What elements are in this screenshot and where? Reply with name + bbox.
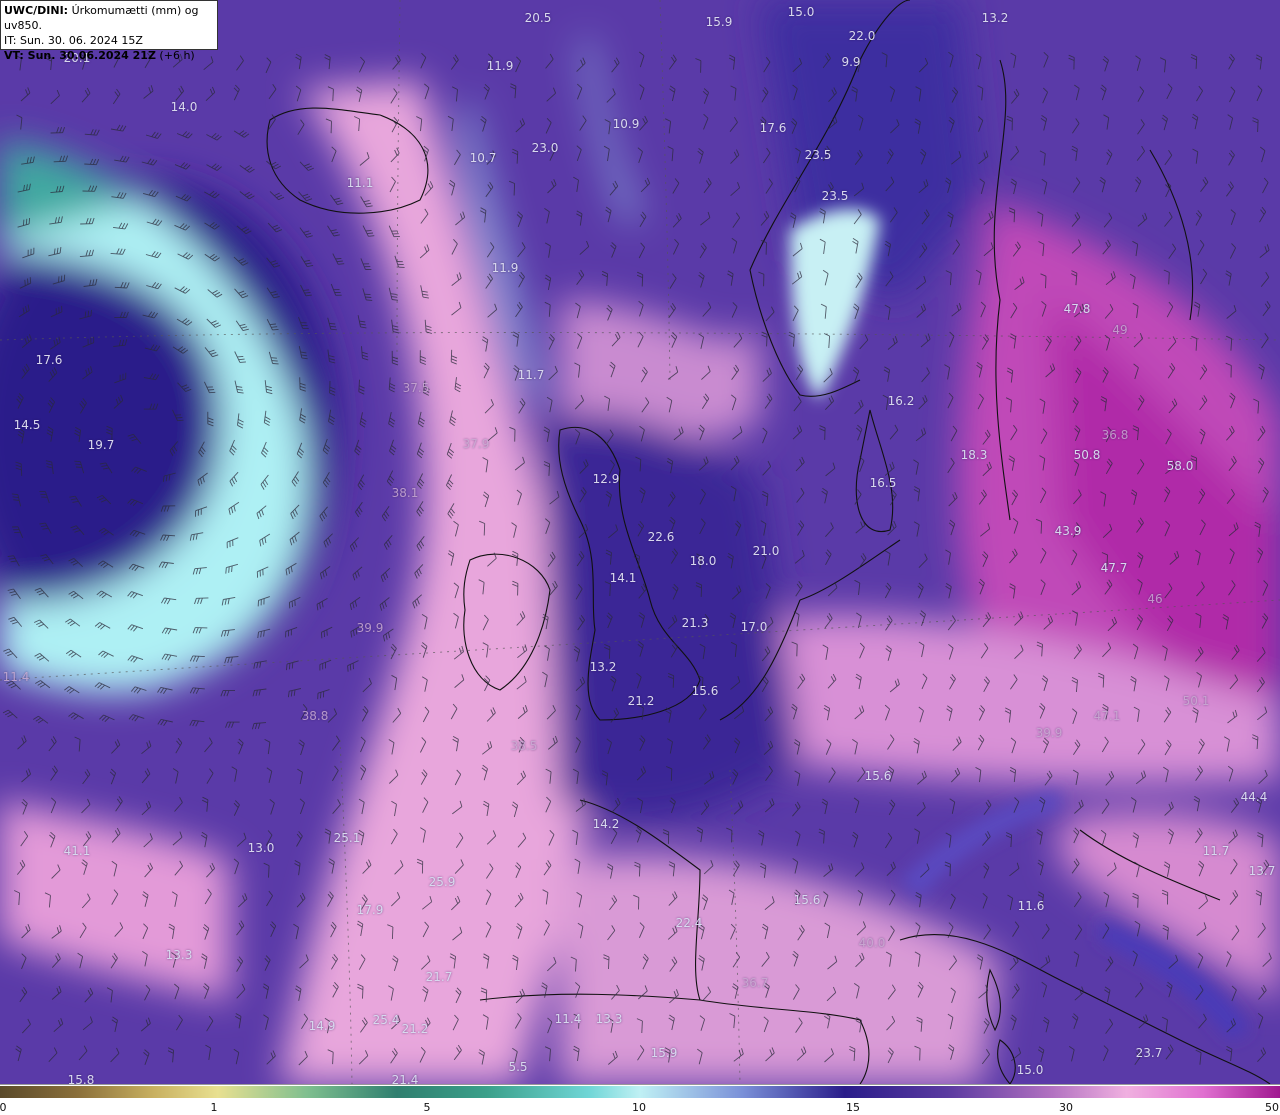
wind-barb <box>638 864 641 877</box>
colorbar-tick-label: 1 <box>210 1101 218 1114</box>
wind-barb-feather <box>272 328 279 331</box>
wind-barb <box>641 1020 643 1034</box>
wind-barb <box>1013 210 1016 223</box>
colorbar-tick-label: 5 <box>423 1101 431 1114</box>
wind-barb <box>485 990 488 1003</box>
wind-barb-feather <box>228 566 230 573</box>
wind-barb-feather <box>326 629 328 636</box>
wind-barb-feather <box>231 565 233 572</box>
weather-map: 20.5 15.9 15.0 22.0 13.2 20.1 11.9 9.9 14.0 10.9 1… <box>0 0 1280 1084</box>
wind-barb-feather <box>329 322 336 325</box>
wind-barb-feather <box>365 296 372 298</box>
wind-barb-feather <box>87 310 90 317</box>
wind-barb <box>949 864 951 877</box>
wind-barb <box>362 986 364 999</box>
wind-barb <box>1045 276 1047 289</box>
product-name: UWC/DINI: <box>4 4 69 17</box>
wind-barb <box>1257 119 1259 133</box>
wind-barb <box>332 89 334 102</box>
wind-barb-feather <box>271 326 278 328</box>
wind-barb-feather <box>225 567 227 574</box>
wind-barb-feather <box>303 289 310 291</box>
precipitable-water-field <box>0 0 1280 1084</box>
wind-barb-feather <box>58 276 60 283</box>
wind-barb <box>1168 272 1170 285</box>
wind-barb-feather <box>286 664 288 671</box>
issue-time: IT: Sun. 30. 06. 2024 15Z <box>4 34 143 47</box>
wind-barb-feather <box>335 257 342 260</box>
colorbar-tick-label: 10 <box>632 1101 646 1114</box>
wind-barb-feather <box>347 665 349 672</box>
wind-barb-feather <box>237 355 244 358</box>
wind-barb-feather <box>320 632 323 639</box>
wind-barb <box>391 926 394 940</box>
wind-barb <box>513 183 516 196</box>
wind-barb-feather <box>84 311 87 318</box>
colorbar-tick-label: 30 <box>1059 1101 1073 1114</box>
colorbar-tick-label: 50 <box>1265 1101 1279 1114</box>
wind-barb-feather <box>270 357 277 359</box>
wind-barb <box>641 274 644 287</box>
wind-barb-feather <box>323 630 326 638</box>
wind-barb <box>1137 895 1139 908</box>
wind-barb-feather <box>238 358 245 361</box>
wind-barb <box>578 1016 580 1029</box>
wind-barb <box>609 583 611 597</box>
wind-barb-feather <box>25 218 28 225</box>
wind-barb-feather <box>28 217 31 224</box>
wind-barb <box>1102 675 1105 688</box>
wind-barb-feather <box>366 299 373 301</box>
valid-time: VT: Sun. 30.06.2024 21Z <box>4 49 156 62</box>
wind-barb-feather <box>330 328 337 331</box>
wind-barb-feather <box>29 277 32 284</box>
wind-barb-feather <box>366 232 374 235</box>
colorbar-tick-label: 15 <box>846 1101 860 1114</box>
wind-barb-feather <box>24 279 26 286</box>
wind-barb-feather <box>22 219 25 226</box>
wind-barb <box>608 646 611 659</box>
wind-barb-feather <box>90 309 92 316</box>
wind-barb <box>1106 554 1108 567</box>
wind-barb <box>483 523 486 536</box>
wind-barb <box>766 334 768 347</box>
wind-barb <box>670 768 673 781</box>
wind-barb <box>608 956 610 970</box>
wind-barb-feather <box>349 664 352 671</box>
wind-barb <box>1195 56 1198 69</box>
valid-offset: (+6 h) <box>155 49 195 62</box>
wind-barb-feather <box>74 460 81 463</box>
wind-barb-feather <box>177 419 184 422</box>
colorbar-tick-label: 0 <box>0 1101 7 1114</box>
wind-barb-feather <box>269 323 276 326</box>
wind-barb-feather <box>368 235 375 237</box>
colorbar: 0 1 5 10 15 30 50 <box>0 1084 1280 1115</box>
wind-barb-feather <box>75 463 82 466</box>
wind-barb-feather <box>27 278 29 285</box>
wind-barb <box>672 675 675 688</box>
wind-barb-feather <box>288 663 291 670</box>
wind-barb-feather <box>239 361 246 363</box>
wind-barb <box>332 1052 334 1065</box>
wind-barb-feather <box>365 229 372 232</box>
wind-barb-feather <box>75 466 83 468</box>
wind-barb <box>1040 521 1043 534</box>
wind-barb <box>268 865 270 878</box>
wind-barb-feather <box>291 662 294 669</box>
wind-barb-feather <box>329 325 337 328</box>
header-info-box: UWC/DINI: Úrkomumætti (mm) og uv850. IT:… <box>0 0 218 62</box>
wind-barb-feather <box>338 263 345 265</box>
colorbar-gradient <box>0 1086 1280 1098</box>
wind-barb-feather <box>271 360 278 362</box>
wind-barb <box>701 677 704 690</box>
